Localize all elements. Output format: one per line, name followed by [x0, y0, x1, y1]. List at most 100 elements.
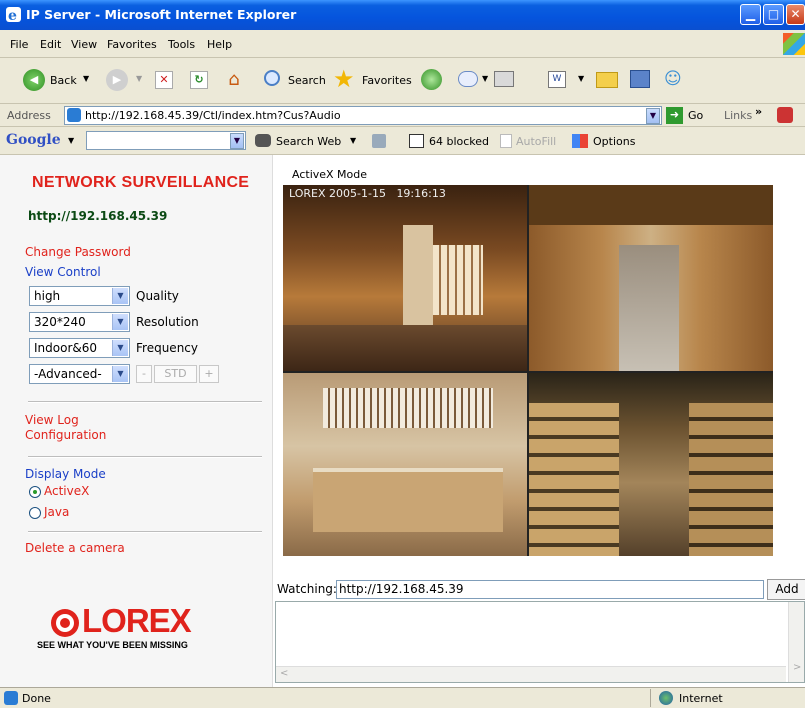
- chevron-down-icon[interactable]: ▼: [112, 366, 128, 382]
- camera-tile-4: [529, 373, 773, 556]
- menu-file[interactable]: File: [10, 38, 28, 51]
- page-done-icon: [4, 691, 18, 705]
- resolution-select[interactable]: 320*240 ▼: [29, 312, 130, 332]
- maximize-button[interactable]: □: [763, 4, 784, 25]
- address-dropdown-icon[interactable]: ▼: [646, 108, 660, 124]
- log-textarea[interactable]: < >: [275, 601, 805, 683]
- divider: [28, 456, 262, 458]
- window-title: IP Server - Microsoft Internet Explorer: [26, 7, 297, 22]
- frequency-label: Frequency: [136, 341, 198, 355]
- extra-toolbar-icon[interactable]: [777, 107, 793, 123]
- menu-bar: File Edit View Favorites Tools Help: [0, 30, 805, 58]
- chevron-down-icon[interactable]: ▼: [112, 340, 128, 356]
- forward-arrow-icon[interactable]: ▶: [106, 69, 128, 91]
- activex-label[interactable]: ActiveX: [44, 484, 89, 498]
- view-control-link[interactable]: View Control: [25, 265, 101, 279]
- autofill-icon: [500, 134, 512, 148]
- menu-help[interactable]: Help: [207, 38, 232, 51]
- home-icon[interactable]: ⌂: [223, 69, 245, 90]
- decrease-button[interactable]: -: [136, 365, 152, 383]
- delete-camera-link[interactable]: Delete a camera: [25, 541, 125, 555]
- edit-word-icon[interactable]: W: [548, 71, 566, 88]
- video-timestamp: LOREX 2005-1-15 19:16:13: [289, 187, 446, 200]
- vertical-scrollbar[interactable]: >: [788, 602, 804, 682]
- messenger-icon[interactable]: ☺: [664, 69, 684, 89]
- chevron-down-icon[interactable]: ▼: [112, 288, 128, 304]
- folder-icon[interactable]: [596, 72, 618, 88]
- activex-radio[interactable]: [29, 486, 41, 498]
- address-label: Address: [7, 109, 51, 122]
- camera-tile-1: [283, 185, 527, 371]
- brand-title: NETWORK SURVEILLANCE: [32, 174, 250, 191]
- java-radio[interactable]: [29, 507, 41, 519]
- mail-icon[interactable]: [458, 71, 478, 87]
- quality-value: high: [34, 289, 61, 303]
- chevron-down-icon[interactable]: ▼: [112, 314, 128, 330]
- address-input[interactable]: http://192.168.45.39/Ctl/index.htm?Cus?A…: [64, 106, 662, 125]
- view-log-link[interactable]: View Log: [25, 413, 79, 427]
- scroll-left-icon[interactable]: <: [280, 668, 288, 679]
- print-icon[interactable]: [494, 71, 514, 87]
- frequency-value: Indoor&60: [34, 341, 98, 355]
- edit-dropdown-icon[interactable]: ▼: [578, 74, 584, 83]
- back-dropdown-icon[interactable]: ▼: [83, 74, 89, 83]
- globe-icon: [659, 691, 673, 705]
- address-url: http://192.168.45.39/Ctl/index.htm?Cus?A…: [85, 109, 341, 122]
- horizontal-scrollbar[interactable]: <: [276, 666, 786, 682]
- minimize-button[interactable]: ▁: [740, 4, 761, 25]
- change-password-link[interactable]: Change Password: [25, 245, 131, 259]
- google-search-dropdown-icon[interactable]: ▼: [230, 133, 244, 149]
- increase-button[interactable]: +: [199, 365, 219, 383]
- configuration-link[interactable]: Configuration: [25, 428, 106, 442]
- resolution-label: Resolution: [136, 315, 199, 329]
- go-arrow-icon[interactable]: ➜: [666, 107, 683, 124]
- google-dropdown-icon[interactable]: ▼: [68, 136, 74, 145]
- advanced-select[interactable]: -Advanced- ▼: [29, 364, 130, 384]
- options-button[interactable]: Options: [593, 135, 635, 148]
- scroll-right-icon[interactable]: >: [793, 662, 801, 673]
- host-address: http://192.168.45.39: [28, 209, 168, 223]
- links-button[interactable]: Links: [724, 109, 752, 122]
- menu-tools[interactable]: Tools: [168, 38, 195, 51]
- search-web-button[interactable]: Search Web: [276, 135, 341, 148]
- close-button[interactable]: ✕: [786, 4, 805, 25]
- std-button[interactable]: STD: [154, 365, 197, 383]
- divider: [28, 401, 262, 403]
- add-button[interactable]: Add: [767, 579, 805, 600]
- search-icon[interactable]: [264, 70, 280, 86]
- google-search-input[interactable]: ▼: [86, 131, 246, 150]
- blocked-count[interactable]: 64 blocked: [429, 135, 489, 148]
- binoculars-icon: [255, 134, 271, 147]
- forward-dropdown-icon[interactable]: ▼: [136, 74, 142, 83]
- history-icon[interactable]: [421, 69, 442, 90]
- back-arrow-icon[interactable]: ◀: [23, 69, 45, 91]
- search-button[interactable]: Search: [288, 74, 326, 87]
- chevron-right-icon[interactable]: »: [755, 105, 762, 118]
- watching-input[interactable]: http://192.168.45.39: [336, 580, 764, 599]
- divider: [28, 531, 262, 533]
- menu-view[interactable]: View: [71, 38, 97, 51]
- refresh-icon[interactable]: ↻: [190, 71, 208, 89]
- autofill-button[interactable]: AutoFill: [516, 135, 556, 148]
- status-text: Done: [22, 692, 51, 705]
- watching-label: Watching:: [277, 582, 337, 596]
- stop-icon[interactable]: ✕: [155, 71, 173, 89]
- favorites-star-icon[interactable]: ★: [333, 65, 355, 93]
- display-mode-label: Display Mode: [25, 467, 106, 481]
- menu-edit[interactable]: Edit: [40, 38, 61, 51]
- status-bar: Done Internet: [0, 687, 805, 708]
- frequency-select[interactable]: Indoor&60 ▼: [29, 338, 130, 358]
- go-button[interactable]: Go: [688, 109, 703, 122]
- java-label[interactable]: Java: [44, 505, 69, 519]
- search-web-dropdown-icon[interactable]: ▼: [350, 136, 356, 145]
- video-feed[interactable]: LOREX 2005-1-15 19:16:13: [283, 185, 773, 556]
- quality-select[interactable]: high ▼: [29, 286, 130, 306]
- google-logo[interactable]: Google: [6, 132, 61, 148]
- menu-favorites[interactable]: Favorites: [107, 38, 157, 51]
- ie-icon: e: [6, 7, 21, 24]
- favorites-button[interactable]: Favorites: [362, 74, 412, 87]
- research-icon[interactable]: [630, 70, 650, 88]
- news-icon[interactable]: [372, 134, 386, 148]
- back-button[interactable]: Back: [50, 74, 77, 87]
- mail-dropdown-icon[interactable]: ▼: [482, 74, 488, 83]
